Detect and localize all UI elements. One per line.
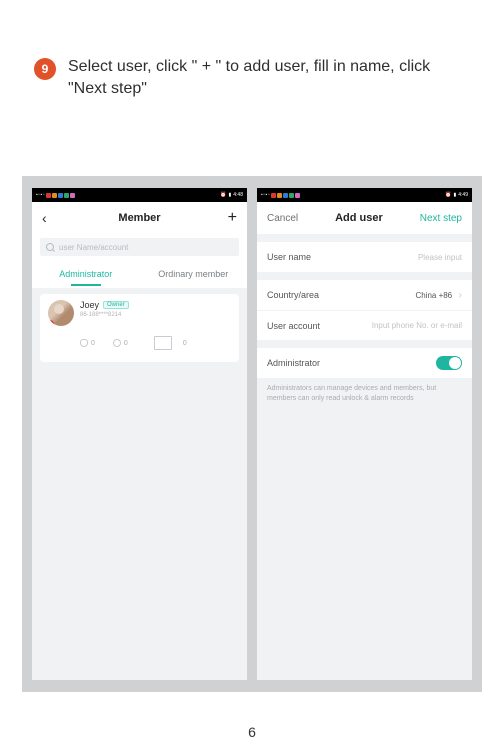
alarm-icon: ⏰	[445, 192, 451, 198]
member-phone: 86-188****8214	[80, 312, 129, 318]
app-bar: Cancel Add user Next step	[257, 202, 472, 234]
owner-badge: Owner	[103, 301, 129, 309]
fingerprint-icon	[80, 339, 88, 347]
tab-ordinary-member[interactable]: Ordinary member	[140, 262, 248, 286]
status-dot-icon	[277, 193, 282, 198]
status-dot-icon	[295, 193, 300, 198]
status-dot-icon	[46, 193, 51, 198]
administrator-note: Administrators can manage devices and me…	[257, 378, 472, 414]
row-user-account[interactable]: User account Input phone No. or e-mail	[257, 310, 472, 340]
step-number-badge: 9	[34, 58, 56, 80]
stat-card: 0	[146, 330, 187, 356]
battery-icon: ▮	[229, 192, 232, 198]
administrator-label: Administrator	[267, 358, 320, 368]
alarm-icon: ⏰	[220, 192, 226, 198]
status-dot-icon	[289, 193, 294, 198]
status-dot-icon	[52, 193, 57, 198]
cancel-button[interactable]: Cancel	[267, 213, 298, 224]
next-step-button[interactable]: Next step	[420, 213, 462, 224]
status-dot-icon	[64, 193, 69, 198]
status-bar: ▪▫▪▫ ⏰ ▮ 4:48	[32, 188, 247, 202]
stat-fingerprint: 0	[80, 330, 95, 356]
user-name-label: User name	[267, 252, 311, 262]
row-administrator: Administrator	[257, 348, 472, 378]
page-title: Member	[58, 212, 221, 224]
app-bar: ‹ Member +	[32, 202, 247, 234]
row-country[interactable]: Country/area China +86 ›	[257, 280, 472, 310]
password-icon	[113, 339, 121, 347]
clock-time: 4:49	[458, 192, 468, 198]
row-user-name[interactable]: User name Please input	[257, 242, 472, 272]
administrator-toggle[interactable]	[436, 356, 462, 370]
clock-time: 4:48	[233, 192, 243, 198]
search-placeholder: user Name/account	[59, 243, 128, 252]
search-input[interactable]: user Name/account	[40, 238, 239, 256]
status-dot-icon	[70, 193, 75, 198]
user-account-label: User account	[267, 321, 320, 331]
step-instruction-text: Select user, click " + " to add user, fi…	[68, 56, 470, 99]
signal-icon: ▪▫▪▫	[261, 192, 270, 198]
signal-icon: ▪▫▪▫	[36, 192, 45, 198]
back-button[interactable]: ‹	[42, 210, 58, 226]
stat-password: 0	[113, 330, 128, 356]
battery-icon: ▮	[454, 192, 457, 198]
page-title: Add user	[298, 212, 420, 224]
user-account-placeholder: Input phone No. or e-mail	[372, 321, 462, 330]
page-number: 6	[0, 724, 504, 740]
user-name-placeholder: Please input	[418, 253, 462, 262]
status-bar: ▪▫▪▫ ⏰ ▮ 4:49	[257, 188, 472, 202]
status-dot-icon	[58, 193, 63, 198]
country-label: Country/area	[267, 290, 319, 300]
card-icon	[154, 336, 172, 350]
chevron-right-icon: ›	[459, 290, 462, 301]
avatar	[48, 300, 74, 326]
country-value: China +86	[415, 291, 452, 300]
search-icon	[46, 243, 54, 251]
tab-administrator[interactable]: Administrator	[32, 262, 140, 286]
phone-screen-add-user: ▪▫▪▫ ⏰ ▮ 4:49 Cancel Add user Next step …	[257, 188, 472, 680]
status-dot-icon	[283, 193, 288, 198]
member-name: Joey	[80, 300, 99, 310]
screenshots-container: ▪▫▪▫ ⏰ ▮ 4:48 ‹ Member + user Name/accou…	[22, 176, 482, 692]
member-card[interactable]: Joey Owner 86-188****8214 0 0 0	[40, 294, 239, 362]
status-dot-icon	[271, 193, 276, 198]
add-user-button[interactable]: +	[221, 209, 237, 227]
phone-screen-member: ▪▫▪▫ ⏰ ▮ 4:48 ‹ Member + user Name/accou…	[32, 188, 247, 680]
